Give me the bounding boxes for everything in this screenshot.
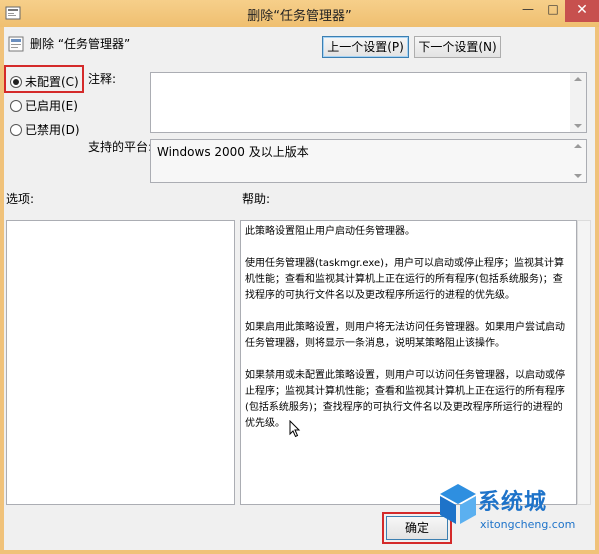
- scroll-down-icon[interactable]: [574, 174, 582, 178]
- scroll-up-icon[interactable]: [574, 77, 582, 81]
- platform-scrollbar[interactable]: [570, 140, 586, 182]
- help-panel: 此策略设置阻止用户启动任务管理器。 使用任务管理器(taskmgr.exe)，用…: [240, 220, 577, 505]
- help-label: 帮助:: [242, 192, 271, 206]
- not-configured-highlight: [4, 65, 84, 93]
- radio-unselected-icon: [10, 100, 22, 112]
- watermark-logo-icon: [440, 484, 476, 524]
- scroll-down-icon[interactable]: [574, 124, 582, 128]
- radio-label: 已启用(E): [25, 99, 78, 113]
- radio-label: 已禁用(D): [25, 123, 80, 137]
- maximize-icon[interactable]: □: [541, 2, 565, 21]
- close-icon[interactable]: ✕: [565, 0, 599, 22]
- radio-enabled[interactable]: 已启用(E): [10, 98, 78, 114]
- options-label: 选项:: [6, 192, 35, 206]
- comment-field[interactable]: [150, 72, 587, 133]
- policy-name: 删除 “任务管理器”: [30, 37, 131, 51]
- minimize-icon[interactable]: —: [516, 2, 540, 21]
- help-scrollbar[interactable]: [577, 220, 591, 505]
- mouse-cursor-icon: [289, 420, 301, 438]
- next-setting-button[interactable]: 下一个设置(N): [414, 36, 501, 58]
- watermark: 系统城 xitongcheng.com: [440, 482, 595, 552]
- previous-setting-button[interactable]: 上一个设置(P): [322, 36, 409, 58]
- dialog-client: 删除 “任务管理器” 上一个设置(P) 下一个设置(N) 未配置(C) 已启用(…: [4, 27, 595, 550]
- supported-platform-value: Windows 2000 及以上版本: [157, 145, 309, 159]
- watermark-url: xitongcheng.com: [480, 518, 576, 531]
- help-paragraph: 如果启用此策略设置，则用户将无法访问任务管理器。如果用户尝试启动任务管理器，则将…: [245, 322, 565, 349]
- title-bar: 删除“任务管理器” — □ ✕: [0, 0, 599, 27]
- supported-platform-field: Windows 2000 及以上版本: [150, 139, 587, 183]
- watermark-brand: 系统城: [478, 490, 548, 515]
- options-panel: [6, 220, 235, 505]
- window-title: 删除“任务管理器”: [247, 9, 352, 24]
- scroll-up-icon[interactable]: [574, 144, 582, 148]
- radio-disabled[interactable]: 已禁用(D): [10, 122, 80, 138]
- help-paragraph: 使用任务管理器(taskmgr.exe)，用户可以启动或停止程序；监视其计算机性…: [245, 258, 565, 301]
- comment-label: 注释:: [88, 72, 117, 86]
- policy-icon: [8, 36, 24, 52]
- supported-platform-label: 支持的平台:: [88, 140, 153, 154]
- comment-scrollbar[interactable]: [570, 73, 586, 132]
- help-paragraph: 此策略设置阻止用户启动任务管理器。: [245, 226, 415, 237]
- radio-unselected-icon: [10, 124, 22, 136]
